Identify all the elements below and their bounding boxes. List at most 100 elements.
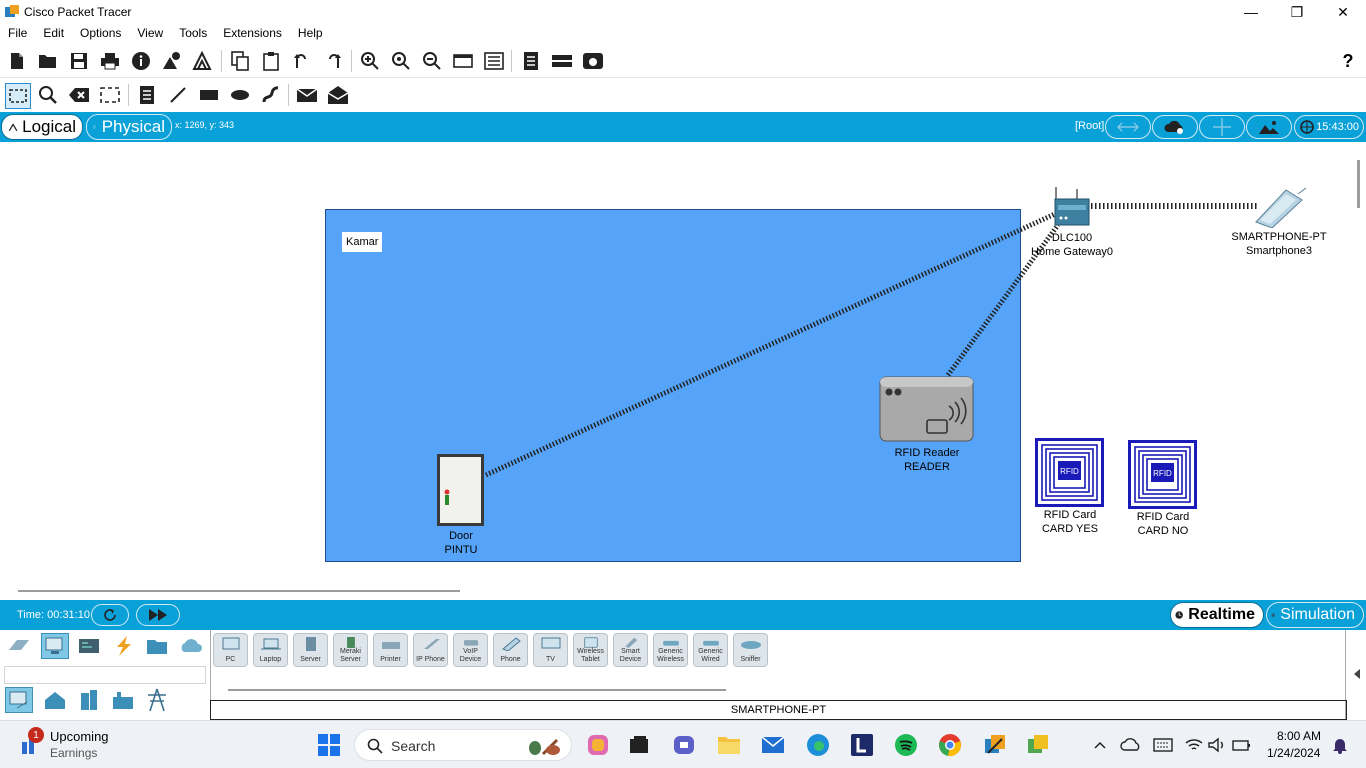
network-devices-icon[interactable] bbox=[5, 633, 33, 659]
widgets-button[interactable]: 1 bbox=[20, 727, 44, 756]
device-item-ip-phone[interactable]: IP Phone bbox=[413, 633, 448, 667]
workspace-horizontal-scrollbar[interactable] bbox=[18, 590, 460, 592]
l-app-icon[interactable] bbox=[850, 733, 874, 757]
tab-physical[interactable]: Physical bbox=[86, 114, 172, 140]
info-icon[interactable] bbox=[129, 49, 153, 73]
taskbar-date[interactable]: 1/24/2024 bbox=[1267, 746, 1320, 760]
multiuser-icon[interactable] bbox=[177, 633, 205, 659]
menu-tools[interactable]: Tools bbox=[171, 26, 215, 40]
file-explorer-icon[interactable] bbox=[717, 733, 741, 757]
home-icon[interactable] bbox=[41, 687, 69, 713]
open-folder-icon[interactable] bbox=[36, 49, 60, 73]
start-button[interactable] bbox=[317, 733, 341, 757]
packet-tracer-taskbar-icon[interactable] bbox=[983, 733, 1007, 757]
home-gateway-device[interactable] bbox=[1053, 185, 1091, 227]
rfid-reader-device[interactable] bbox=[879, 376, 974, 442]
move-object-button[interactable] bbox=[1199, 115, 1245, 139]
device-item-sniffer[interactable]: Sniffer bbox=[733, 633, 768, 667]
save-icon[interactable] bbox=[67, 49, 91, 73]
workspace-vertical-scrollbar[interactable] bbox=[1357, 160, 1360, 208]
logical-workspace[interactable]: Kamar DLC100 Home Gateway0 SMARTPHONE-PT… bbox=[0, 142, 1366, 600]
add-simple-pdu-icon[interactable] bbox=[295, 83, 319, 107]
device-item-smart-device[interactable]: Smart Device bbox=[613, 633, 648, 667]
redo-icon[interactable] bbox=[321, 49, 345, 73]
device-item-wireless-tablet[interactable]: Wireless Tablet bbox=[573, 633, 608, 667]
network-info-icon[interactable] bbox=[160, 49, 184, 73]
second-packet-tracer-icon[interactable] bbox=[1026, 733, 1050, 757]
device-list-scrollbar[interactable] bbox=[228, 689, 726, 691]
background-button[interactable] bbox=[1246, 115, 1292, 139]
notifications-bell-icon[interactable] bbox=[1328, 733, 1352, 757]
draw-rectangle-icon[interactable] bbox=[197, 83, 221, 107]
viewport-clock[interactable]: 15:43:00 bbox=[1294, 115, 1364, 139]
end-device-subcategory-icon[interactable] bbox=[5, 687, 33, 713]
new-file-icon[interactable] bbox=[5, 49, 29, 73]
screenshot-icon[interactable] bbox=[581, 49, 605, 73]
zoom-in-icon[interactable] bbox=[358, 49, 382, 73]
device-category-field[interactable] bbox=[4, 666, 206, 684]
device-item-phone[interactable]: Phone bbox=[493, 633, 528, 667]
door-device[interactable] bbox=[436, 453, 485, 527]
delete-tool-icon[interactable] bbox=[67, 83, 91, 107]
copilot-app-icon[interactable] bbox=[586, 733, 610, 757]
zoom-reset-icon[interactable] bbox=[389, 49, 413, 73]
smart-city-icon[interactable] bbox=[75, 687, 103, 713]
freeform-icon[interactable] bbox=[259, 83, 283, 107]
device-item-printer[interactable]: Printer bbox=[373, 633, 408, 667]
close-button[interactable]: ✕ bbox=[1320, 0, 1366, 24]
restore-button[interactable]: ❐ bbox=[1274, 0, 1320, 24]
device-template-icon[interactable] bbox=[550, 49, 574, 73]
draw-ellipse-icon[interactable] bbox=[228, 83, 252, 107]
smartphone-device[interactable] bbox=[1252, 186, 1308, 229]
teams-app-icon[interactable] bbox=[672, 733, 696, 757]
fast-forward-button[interactable] bbox=[136, 604, 180, 626]
device-item-voip-device[interactable]: VoIP Device bbox=[453, 633, 488, 667]
activity-wizard-icon[interactable] bbox=[191, 49, 215, 73]
collapse-arrow-icon[interactable] bbox=[1352, 668, 1362, 680]
undo-icon[interactable] bbox=[290, 49, 314, 73]
device-item-laptop[interactable]: Laptop bbox=[253, 633, 288, 667]
rfid-card-yes-device[interactable]: RFID bbox=[1035, 438, 1104, 507]
place-note-icon[interactable] bbox=[135, 83, 159, 107]
tab-logical[interactable]: Logical bbox=[1, 114, 83, 140]
cluster-button[interactable] bbox=[1152, 115, 1198, 139]
resize-tool-icon[interactable] bbox=[98, 83, 122, 107]
rfid-card-no-device[interactable]: RFID bbox=[1128, 440, 1197, 509]
device-item-generic-wireless[interactable]: Generic Wireless bbox=[653, 633, 688, 667]
print-icon[interactable] bbox=[98, 49, 122, 73]
device-item-pc[interactable]: PC bbox=[213, 633, 248, 667]
components-icon[interactable] bbox=[75, 633, 103, 659]
menu-extensions[interactable]: Extensions bbox=[215, 26, 290, 40]
paste-icon[interactable] bbox=[259, 49, 283, 73]
taskbar-search[interactable]: Search bbox=[354, 729, 572, 761]
inspect-tool-icon[interactable] bbox=[36, 83, 60, 107]
menu-view[interactable]: View bbox=[129, 26, 171, 40]
power-grid-icon[interactable] bbox=[143, 687, 171, 713]
menu-help[interactable]: Help bbox=[290, 26, 331, 40]
navigation-button[interactable] bbox=[1105, 115, 1151, 139]
root-label[interactable]: [Root] bbox=[1075, 120, 1104, 132]
power-cycle-button[interactable] bbox=[91, 604, 129, 626]
copy-icon[interactable] bbox=[228, 49, 252, 73]
select-tool-icon[interactable] bbox=[5, 83, 31, 109]
device-item-generic-wired[interactable]: Generic Wired bbox=[693, 633, 728, 667]
help-icon[interactable]: ? bbox=[1336, 49, 1360, 73]
device-item-tv[interactable]: TV bbox=[533, 633, 568, 667]
add-complex-pdu-icon[interactable] bbox=[326, 83, 350, 107]
custom-device-icon[interactable] bbox=[482, 49, 506, 73]
task-view-icon[interactable] bbox=[627, 733, 651, 757]
chrome-browser-icon[interactable] bbox=[938, 733, 962, 757]
show-hidden-icons-chevron-icon[interactable] bbox=[1088, 733, 1112, 757]
taskbar-time[interactable]: 8:00 AM bbox=[1277, 729, 1321, 743]
edge-browser-icon[interactable] bbox=[806, 733, 830, 757]
pdu-list-icon[interactable] bbox=[519, 49, 543, 73]
wifi-icon[interactable] bbox=[1182, 733, 1206, 757]
industrial-icon[interactable] bbox=[109, 687, 137, 713]
miscellaneous-icon[interactable] bbox=[143, 633, 171, 659]
end-devices-icon[interactable] bbox=[41, 633, 69, 659]
connections-icon[interactable] bbox=[109, 633, 137, 659]
menu-edit[interactable]: Edit bbox=[35, 26, 72, 40]
minimize-button[interactable]: — bbox=[1228, 0, 1274, 24]
device-item-meraki-server[interactable]: Meraki Server bbox=[333, 633, 368, 667]
zoom-out-icon[interactable] bbox=[420, 49, 444, 73]
